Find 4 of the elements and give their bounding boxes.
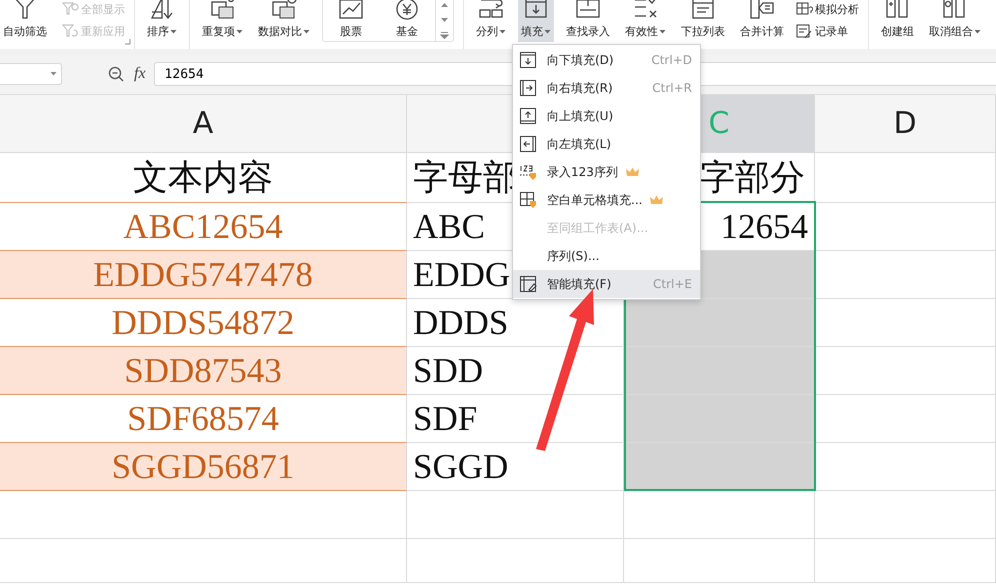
- table-cell: SDD87543: [0, 347, 407, 395]
- table-cell: SGGD56871: [0, 443, 407, 491]
- table-cell: 文本内容: [0, 153, 407, 203]
- table-cell: EDDG5747478: [0, 251, 407, 299]
